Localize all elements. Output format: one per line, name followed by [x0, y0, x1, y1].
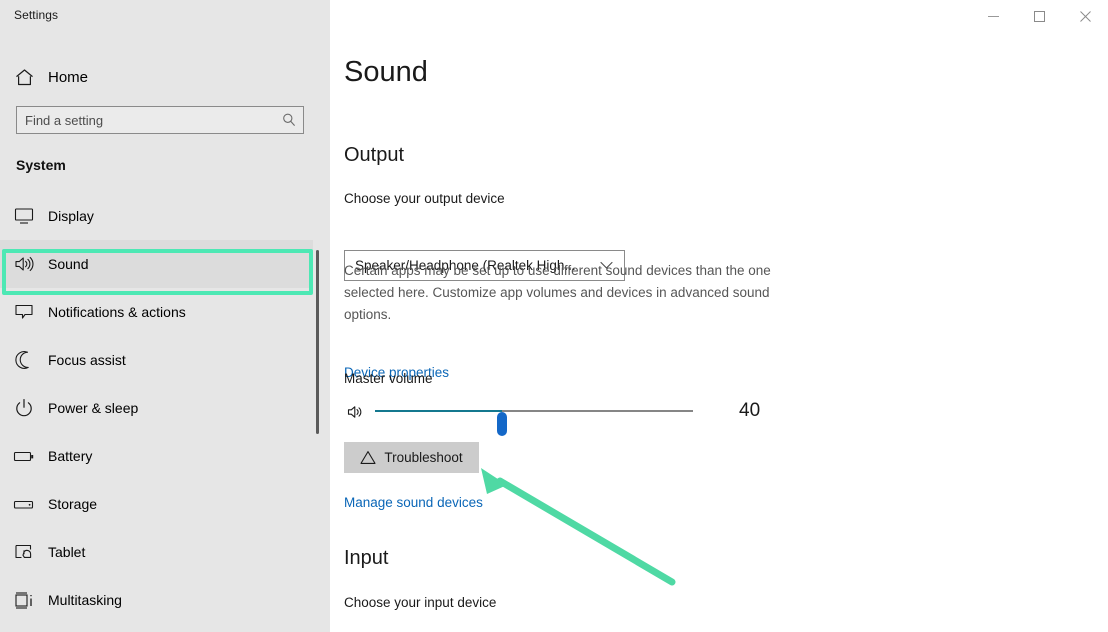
tablet-icon [0, 543, 48, 562]
search-input[interactable] [17, 107, 275, 133]
troubleshoot-button-label: Troubleshoot [384, 450, 463, 465]
manage-sound-devices-link[interactable]: Manage sound devices [344, 495, 483, 510]
sidebar-item-storage-label: Storage [48, 496, 98, 512]
storage-icon [0, 497, 48, 511]
main-content: Sound Output Choose your output device S… [330, 32, 1108, 632]
power-icon [0, 398, 48, 418]
close-icon [1079, 10, 1091, 22]
multitasking-icon [0, 591, 48, 610]
notification-icon [0, 303, 48, 321]
sidebar-item-tablet-label: Tablet [48, 544, 86, 560]
sidebar-item-tablet[interactable]: Tablet [0, 528, 313, 576]
sidebar-nav: Display Sound Notifications & actions Fo… [0, 192, 330, 624]
sidebar-item-sound-label: Sound [48, 256, 89, 272]
input-section-heading: Input [344, 547, 389, 569]
sidebar-scrollbar[interactable] [316, 250, 319, 434]
sidebar-item-multitasking[interactable]: Multitasking [0, 576, 313, 624]
speaker-icon [0, 255, 48, 273]
master-volume-label: Master volume [344, 371, 433, 386]
sidebar-item-home-label: Home [48, 68, 89, 86]
troubleshoot-button[interactable]: Troubleshoot [344, 442, 479, 473]
app-title: Settings [14, 8, 59, 22]
sidebar-section-title: System [16, 157, 66, 173]
sidebar-item-sound[interactable]: Sound [0, 240, 313, 288]
slider-fill [375, 410, 503, 412]
sidebar-item-multitasking-label: Multitasking [48, 592, 122, 608]
sidebar-item-focus-assist-label: Focus assist [48, 352, 126, 368]
volume-speaker-icon[interactable] [344, 401, 368, 423]
minimize-button[interactable] [970, 0, 1016, 32]
page-title: Sound [344, 56, 428, 88]
search-icon [275, 107, 303, 133]
sidebar-item-display[interactable]: Display [0, 192, 313, 240]
close-button[interactable] [1062, 0, 1108, 32]
output-device-label: Choose your output device [344, 191, 505, 206]
minimize-icon [987, 15, 999, 17]
master-volume-slider[interactable] [344, 397, 784, 436]
sidebar-item-battery[interactable]: Battery [0, 432, 313, 480]
sidebar-item-notifications-label: Notifications & actions [48, 304, 186, 320]
maximize-icon [1033, 10, 1045, 22]
title-bar: Settings [0, 0, 1108, 32]
sidebar-item-home[interactable]: Home [0, 58, 330, 96]
sidebar-item-power-sleep[interactable]: Power & sleep [0, 384, 313, 432]
sidebar-item-notifications[interactable]: Notifications & actions [0, 288, 313, 336]
monitor-icon [0, 207, 48, 225]
battery-icon [0, 449, 48, 463]
volume-value: 40 [739, 400, 761, 421]
search-box[interactable] [16, 106, 304, 134]
output-description: Certain apps may be set up to use differ… [344, 263, 771, 322]
sidebar-item-storage[interactable]: Storage [0, 480, 313, 528]
output-section-heading: Output [344, 144, 405, 166]
sidebar-item-power-sleep-label: Power & sleep [48, 400, 139, 416]
slider-track[interactable] [375, 410, 693, 436]
sidebar: Home System Display [0, 32, 330, 632]
warning-triangle-icon [360, 450, 376, 465]
sidebar-item-display-label: Display [48, 208, 94, 224]
slider-thumb[interactable] [497, 412, 508, 436]
home-icon [0, 68, 48, 87]
input-device-label: Choose your input device [344, 595, 497, 610]
maximize-button[interactable] [1016, 0, 1062, 32]
settings-window: Settings Home Find a setting System Disp… [0, 0, 1108, 632]
sidebar-item-focus-assist[interactable]: Focus assist [0, 336, 313, 384]
sidebar-item-battery-label: Battery [48, 448, 93, 464]
moon-icon [0, 350, 48, 370]
